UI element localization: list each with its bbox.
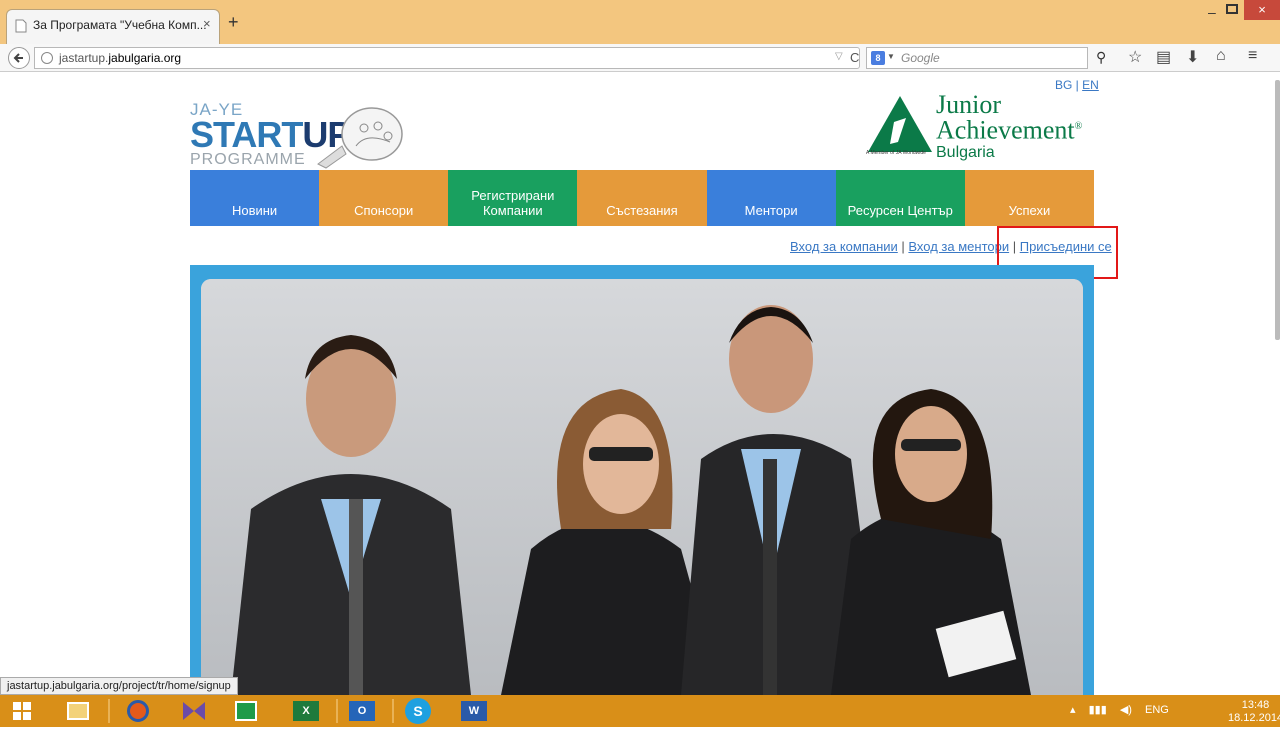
url-dropdown-icon[interactable]: ▽ [835,51,843,62]
skype-icon[interactable]: S [400,697,436,725]
file-explorer-icon[interactable] [60,697,96,725]
taskbar-separator [108,699,110,723]
system-tray: ▴ ▮▮▮ ◀) ENG [1070,703,1169,716]
ja-triangle-icon [868,96,932,152]
menu-item-news[interactable]: Новини [190,170,320,226]
main-menu: Новини Спонсори Регистрирани Компании Съ… [190,170,1094,226]
network-icon[interactable]: ▮▮▮ [1089,704,1107,716]
ja-member-text: A Member of JA Worldwide [866,150,926,156]
menu-item-sponsors[interactable]: Спонсори [319,170,449,226]
browser-tab[interactable]: За Програмата "Учебна Комп... × [6,9,220,45]
menu-item-successes[interactable]: Успехи [964,170,1094,226]
menu-item-resources[interactable]: Ресурсен Център [835,170,965,226]
junior-achievement-logo[interactable]: Junior Achievement® Bulgaria A Member of… [866,92,1094,170]
company-login-link[interactable]: Вход за компании [790,239,898,254]
globe-icon [41,52,53,64]
hero-image [201,279,1083,695]
tab-title: За Програмата "Учебна Комп... [33,18,207,32]
firefox-icon[interactable] [120,697,156,725]
google-icon: 8 [871,51,885,65]
volume-icon[interactable]: ◀) [1120,704,1132,716]
store-icon[interactable] [228,697,264,725]
mentor-login-link[interactable]: Вход за ментори [908,239,1009,254]
word-icon[interactable]: W [456,697,492,725]
home-icon[interactable]: ⌂ [1216,47,1226,65]
tray-arrow-icon[interactable]: ▴ [1070,704,1076,716]
lightbulb-icon [317,107,403,169]
startup-logo[interactable]: JA-YE STARTUP PROGRAMME [190,100,410,170]
menu-icon[interactable]: ≡ [1248,47,1257,65]
back-arrow-icon [13,53,23,63]
menu-item-competitions[interactable]: Състезания [577,170,707,226]
taskbar-separator [336,699,338,723]
tab-close-icon[interactable]: × [203,16,211,31]
windows-start-icon[interactable] [4,697,40,725]
clock-date: 18.12.2014 г. [1228,712,1280,737]
language-switch: BG | EN [1055,78,1099,92]
page-scrollbar[interactable] [1275,80,1280,340]
status-url: jastartup.jabulgaria.org/project/tr/home… [0,677,238,695]
search-engine-caret-icon[interactable]: ▼ [887,52,895,61]
ja-country-text: Bulgaria [936,144,995,161]
search-placeholder: Google [901,51,940,65]
browser-titlebar: За Програмата "Учебна Комп... × + – × [0,0,1280,45]
login-separator: | [897,239,909,254]
page-icon [15,19,27,33]
outlook-icon[interactable]: O [344,697,380,725]
search-bar[interactable]: 8 ▼ Google [866,47,1088,69]
visual-studio-icon[interactable] [176,697,212,725]
lang-bg-link[interactable]: BG [1055,78,1072,92]
bookmark-star-icon[interactable]: ☆ [1128,47,1142,67]
bookmarks-list-icon[interactable]: ▤ [1156,47,1171,67]
browser-navbar: jastartup.jabulgaria.org ▽ C 8 ▼ Google [0,44,1280,72]
back-button[interactable] [8,47,30,69]
clock[interactable]: 13:48 18.12.2014 г. [1228,699,1280,738]
url-text: jastartup.jabulgaria.org [59,51,182,65]
lang-en-link[interactable]: EN [1082,78,1099,92]
logo-line3: PROGRAMME [190,151,306,168]
lang-separator: | [1072,78,1083,92]
maximize-button[interactable] [1226,4,1238,14]
menu-item-companies[interactable]: Регистрирани Компании [448,170,578,226]
taskbar-separator [392,699,394,723]
close-window-button[interactable]: × [1244,0,1280,20]
reload-icon[interactable]: C [850,50,859,65]
language-indicator[interactable]: ENG [1145,704,1169,716]
minimize-button[interactable]: – [1208,4,1216,20]
windows-logo-icon [13,702,31,720]
new-tab-button[interactable]: + [228,12,239,33]
search-icon[interactable]: ⚲ [1096,49,1106,66]
url-bar[interactable]: jastartup.jabulgaria.org ▽ C [34,47,860,69]
menu-item-mentors[interactable]: Ментори [706,170,836,226]
team-photo-image [201,279,1083,695]
excel-icon[interactable]: X [288,697,324,725]
ja-achievement-text: Achievement® [936,115,1083,145]
download-icon[interactable]: ⬇ [1186,47,1199,67]
clock-time: 13:48 [1241,699,1270,711]
